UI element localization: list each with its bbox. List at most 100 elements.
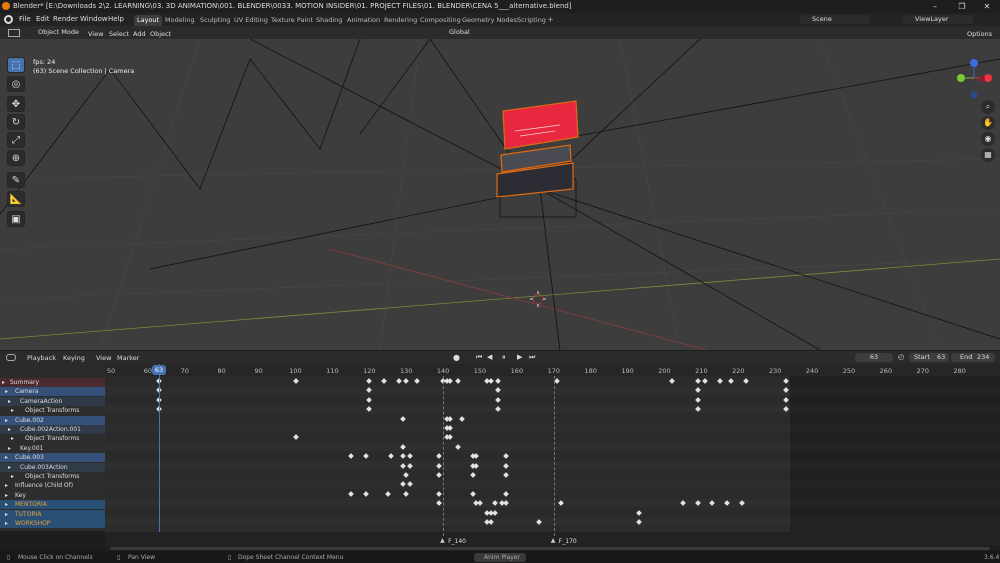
- jump-start-icon[interactable]: ⏮: [476, 353, 482, 362]
- cursor-icon[interactable]: ◎: [7, 76, 25, 92]
- expand-arrow-icon[interactable]: ▸: [5, 481, 8, 490]
- view-menu[interactable]: View: [96, 354, 111, 362]
- maximize-icon[interactable]: ❐: [949, 0, 975, 13]
- channel-row[interactable]: ▸ Cube.002: [0, 415, 105, 425]
- tab-uv-editing[interactable]: UV Editing: [231, 15, 271, 26]
- channel-row[interactable]: ▸ Summary: [0, 378, 105, 387]
- expand-arrow-icon[interactable]: ▸: [5, 519, 8, 528]
- tab-sculpting[interactable]: Sculpting: [197, 15, 233, 26]
- scale-icon[interactable]: ⤢: [7, 132, 25, 148]
- expand-arrow-icon[interactable]: ▸: [11, 472, 14, 481]
- menu-view[interactable]: View: [88, 30, 103, 38]
- measure-icon[interactable]: 📐: [7, 191, 25, 207]
- rotate-icon[interactable]: ↻: [7, 114, 25, 130]
- channel-row[interactable]: ▸ TUTORIA: [0, 509, 105, 519]
- expand-arrow-icon[interactable]: ▸: [11, 406, 14, 415]
- menu-file[interactable]: File: [19, 15, 31, 23]
- channel-row[interactable]: ▸ Cube.002Action.001: [0, 425, 105, 434]
- options-button[interactable]: Options: [967, 30, 992, 38]
- playback-menu[interactable]: Playback: [27, 354, 56, 362]
- channel-row[interactable]: ▸ Cube.003: [0, 453, 105, 463]
- expand-arrow-icon[interactable]: ▸: [8, 397, 11, 406]
- channel-label: TUTORIA: [15, 510, 42, 518]
- expand-arrow-icon[interactable]: ▸: [5, 416, 8, 425]
- menu-help[interactable]: Help: [108, 15, 124, 23]
- move-icon[interactable]: ✥: [7, 96, 25, 112]
- channel-row[interactable]: ▸ Camera: [0, 387, 105, 397]
- tab-rendering[interactable]: Rendering: [381, 15, 420, 26]
- anim-player-badge[interactable]: Anim Player: [474, 553, 526, 562]
- expand-arrow-icon[interactable]: ▸: [8, 463, 11, 472]
- menu-render[interactable]: Render: [53, 15, 78, 23]
- editor-type-icon[interactable]: [8, 29, 20, 37]
- expand-arrow-icon[interactable]: ▸: [5, 500, 8, 509]
- step-forward-icon[interactable]: ▶: [517, 353, 522, 361]
- add-workspace-icon[interactable]: +: [547, 15, 554, 24]
- expand-arrow-icon[interactable]: ▸: [5, 491, 8, 500]
- camera-icon[interactable]: ◉: [981, 132, 995, 146]
- zoom-icon[interactable]: ⌕: [981, 100, 995, 114]
- jump-end-icon[interactable]: ⏭: [529, 353, 535, 362]
- menu-edit[interactable]: Edit: [36, 15, 50, 23]
- tab-texture-paint[interactable]: Texture Paint: [268, 15, 316, 26]
- expand-arrow-icon[interactable]: ▸: [5, 510, 8, 519]
- annotate-icon[interactable]: ✎: [7, 172, 25, 188]
- expand-arrow-icon[interactable]: ▸: [5, 387, 8, 396]
- channel-row[interactable]: ▸ Cube.003Action: [0, 462, 105, 472]
- menu-window[interactable]: Window: [80, 15, 108, 23]
- blender-menu-icon[interactable]: [4, 15, 13, 24]
- tab-scripting[interactable]: Scripting: [514, 15, 549, 26]
- channel-row[interactable]: ▸ Influence (Child Of): [0, 481, 105, 491]
- marker-menu[interactable]: Marker: [117, 354, 139, 362]
- expand-arrow-icon[interactable]: ▸: [8, 425, 11, 434]
- channel-row[interactable]: ▸ Object Transforms: [0, 472, 105, 481]
- channel-row[interactable]: ▸ CameraAction: [0, 396, 105, 406]
- scrollbar-thumb[interactable]: [110, 547, 990, 550]
- tab-modeling[interactable]: Modeling: [162, 15, 198, 26]
- expand-arrow-icon[interactable]: ▸: [11, 434, 14, 443]
- channel-row[interactable]: ▸ WORKSHOP: [0, 519, 105, 528]
- menu-add[interactable]: Add: [133, 30, 146, 38]
- channel-row[interactable]: ▸ Key.001: [0, 443, 105, 453]
- menu-object[interactable]: Object: [150, 30, 171, 38]
- tab-animation[interactable]: Animation: [344, 15, 383, 26]
- playhead-frame-label[interactable]: 63: [151, 365, 166, 375]
- channel-row[interactable]: ▸ MENTORIA: [0, 500, 105, 510]
- minimize-icon[interactable]: –: [922, 0, 948, 13]
- close-icon[interactable]: ✕: [974, 0, 1000, 13]
- expand-arrow-icon[interactable]: ▸: [5, 453, 8, 462]
- hand-icon[interactable]: ✋: [981, 116, 995, 130]
- grid-icon[interactable]: ▦: [981, 148, 995, 162]
- marker-icon[interactable]: ▲: [440, 537, 445, 544]
- select-box-icon[interactable]: ⬚: [7, 57, 25, 73]
- record-icon[interactable]: ●: [453, 353, 460, 362]
- step-back-icon[interactable]: ◀: [487, 353, 492, 361]
- end-frame-field[interactable]: End 234: [951, 353, 995, 362]
- current-frame-field[interactable]: 63: [855, 353, 893, 362]
- select-mode-buttons[interactable]: [24, 28, 76, 39]
- channel-row[interactable]: ▸ Key: [0, 490, 105, 500]
- view-layer-selector[interactable]: ViewLayer: [903, 15, 973, 24]
- clock-icon[interactable]: [6, 354, 16, 361]
- tab-shading[interactable]: Shading: [313, 15, 345, 26]
- channel-row[interactable]: ▸ Object Transforms: [0, 406, 105, 416]
- keying-menu[interactable]: Keying: [63, 354, 85, 362]
- tab-geometry-nodes[interactable]: Geometry Nodes: [459, 15, 520, 26]
- scene-selector[interactable]: Scene: [800, 15, 870, 24]
- tab-compositing[interactable]: Compositing: [417, 15, 464, 26]
- orientation-dropdown[interactable]: Global: [437, 28, 477, 37]
- timer-icon[interactable]: ◴: [898, 353, 904, 361]
- start-frame-field[interactable]: Start 63: [909, 353, 949, 362]
- 3d-viewport[interactable]: fps: 24 (63) Scene Collection | Camera ⌕…: [0, 39, 1000, 350]
- transform-icon[interactable]: ⊕: [7, 150, 25, 166]
- keyframe-area[interactable]: [105, 376, 1000, 532]
- expand-arrow-icon[interactable]: ▸: [8, 444, 11, 453]
- playhead-line[interactable]: [158, 364, 160, 546]
- expand-arrow-icon[interactable]: ▸: [2, 378, 5, 387]
- tab-layout[interactable]: Layout: [134, 15, 163, 26]
- pause-icon[interactable]: ⏸: [502, 353, 506, 362]
- menu-select[interactable]: Select: [109, 30, 129, 38]
- marker-icon[interactable]: ▲: [551, 537, 556, 544]
- channel-row[interactable]: ▸ Object Transforms: [0, 434, 105, 444]
- add-cube-icon[interactable]: ▣: [7, 211, 25, 227]
